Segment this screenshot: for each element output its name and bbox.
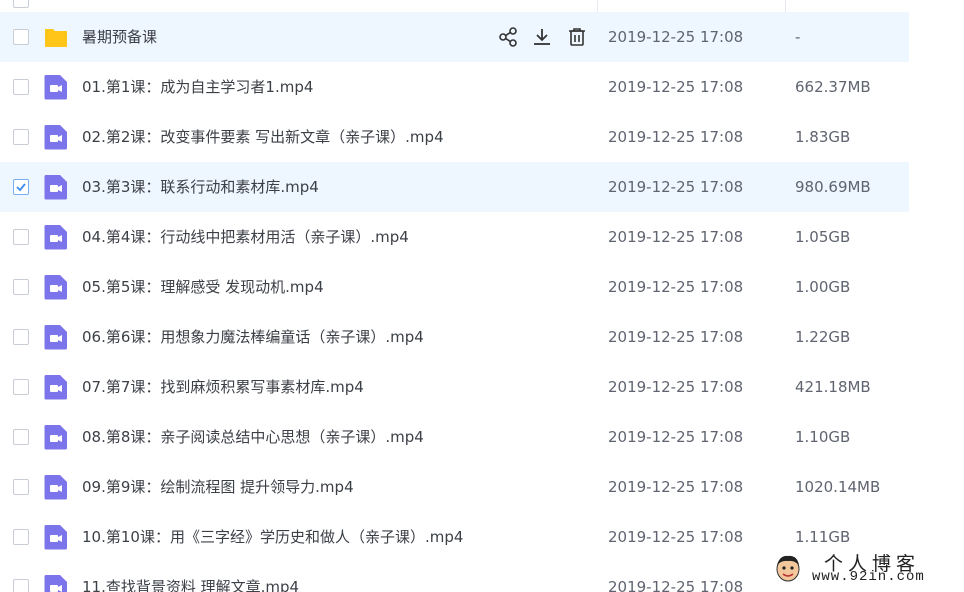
row-checkbox[interactable] bbox=[13, 129, 29, 145]
row-checkbox[interactable] bbox=[13, 379, 29, 395]
watermark: 个人博客 www.92in.com bbox=[768, 547, 964, 589]
file-name[interactable]: 暑期预备课 bbox=[82, 12, 157, 62]
column-divider bbox=[597, 0, 598, 12]
video-file-icon bbox=[44, 74, 68, 100]
folder-icon bbox=[44, 24, 68, 50]
watermark-url: www.92in.com bbox=[812, 569, 925, 585]
select-all-checkbox[interactable] bbox=[13, 0, 29, 8]
file-name[interactable]: 02.第2课：改变事件要素 写出新文章（亲子课）.mp4 bbox=[82, 112, 444, 162]
file-row[interactable]: 01.第1课：成为自主学习者1.mp4 2019-12-25 17:08 662.3… bbox=[0, 62, 909, 112]
row-checkbox[interactable] bbox=[13, 279, 29, 295]
row-checkbox[interactable] bbox=[13, 29, 29, 45]
file-name[interactable]: 10.第10课：用《三字经》学历史和做人（亲子课）.mp4 bbox=[82, 512, 463, 562]
file-name[interactable]: 11.查找背景资料 理解文章.mp4 bbox=[82, 562, 299, 592]
video-file-icon bbox=[44, 574, 68, 592]
file-size: 1020.14MB bbox=[795, 478, 881, 496]
file-row[interactable]: 05.第5课：理解感受 发现动机.mp4 2019-12-25 17:08 1.00… bbox=[0, 262, 909, 312]
share-icon[interactable] bbox=[496, 25, 520, 49]
file-row[interactable]: 07.第7课：找到麻烦积累写事素材库.mp4 2019-12-25 17:08 42… bbox=[0, 362, 909, 412]
file-size: 1.00GB bbox=[795, 278, 851, 296]
file-size: 980.69MB bbox=[795, 178, 871, 196]
video-file-icon bbox=[44, 274, 68, 300]
file-date: 2019-12-25 17:08 bbox=[608, 428, 744, 446]
file-date: 2019-12-25 17:08 bbox=[608, 278, 744, 296]
video-file-icon bbox=[44, 524, 68, 550]
file-name[interactable]: 08.第8课：亲子阅读总结中心思想（亲子课）.mp4 bbox=[82, 412, 424, 462]
file-row[interactable]: 09.第9课：绘制流程图 提升领导力.mp4 2019-12-25 17:08 10… bbox=[0, 462, 909, 512]
row-checkbox[interactable] bbox=[13, 329, 29, 345]
file-size: 1.05GB bbox=[795, 228, 851, 246]
file-row[interactable]: 06.第6课：用想象力魔法棒编童话（亲子课）.mp4 2019-12-25 17:… bbox=[0, 312, 909, 362]
file-size: 662.37MB bbox=[795, 78, 871, 96]
file-date: 2019-12-25 17:08 bbox=[608, 528, 744, 546]
file-date: 2019-12-25 17:08 bbox=[608, 228, 744, 246]
file-row[interactable]: 04.第4课：行动线中把素材用活（亲子课）.mp4 2019-12-25 17:0… bbox=[0, 212, 909, 262]
file-list: 暑期预备课 2019-12-25 17:08 - 01.第1课：成为自主学习者1.mp… bbox=[0, 12, 964, 592]
file-date: 2019-12-25 17:08 bbox=[608, 328, 744, 346]
file-name[interactable]: 06.第6课：用想象力魔法棒编童话（亲子课）.mp4 bbox=[82, 312, 424, 362]
file-name[interactable]: 09.第9课：绘制流程图 提升领导力.mp4 bbox=[82, 462, 354, 512]
row-checkbox[interactable] bbox=[13, 579, 29, 592]
video-file-icon bbox=[44, 174, 68, 200]
video-file-icon bbox=[44, 324, 68, 350]
file-date: 2019-12-25 17:08 bbox=[608, 378, 744, 396]
delete-icon[interactable] bbox=[565, 25, 589, 49]
file-size: 1.83GB bbox=[795, 128, 851, 146]
row-checkbox[interactable] bbox=[13, 529, 29, 545]
cartoon-face-icon bbox=[776, 555, 800, 582]
file-size: 1.10GB bbox=[795, 428, 851, 446]
file-row[interactable]: 03.第3课：联系行动和素材库.mp4 2019-12-25 17:08 980.6… bbox=[0, 162, 909, 212]
file-date: 2019-12-25 17:08 bbox=[608, 478, 744, 496]
video-file-icon bbox=[44, 124, 68, 150]
file-name[interactable]: 01.第1课：成为自主学习者1.mp4 bbox=[82, 62, 313, 112]
file-name[interactable]: 05.第5课：理解感受 发现动机.mp4 bbox=[82, 262, 324, 312]
file-date: 2019-12-25 17:08 bbox=[608, 128, 744, 146]
row-checkbox[interactable] bbox=[13, 179, 29, 195]
row-checkbox[interactable] bbox=[13, 429, 29, 445]
row-checkbox[interactable] bbox=[13, 79, 29, 95]
file-row[interactable]: 暑期预备课 2019-12-25 17:08 - bbox=[0, 12, 909, 62]
video-file-icon bbox=[44, 474, 68, 500]
file-date: 2019-12-25 17:08 bbox=[608, 178, 744, 196]
column-divider bbox=[785, 0, 786, 12]
file-date: 2019-12-25 17:08 bbox=[608, 578, 744, 592]
file-row[interactable]: 08.第8课：亲子阅读总结中心思想（亲子课）.mp4 2019-12-25 17:… bbox=[0, 412, 909, 462]
video-file-icon bbox=[44, 224, 68, 250]
row-checkbox[interactable] bbox=[13, 229, 29, 245]
file-name[interactable]: 04.第4课：行动线中把素材用活（亲子课）.mp4 bbox=[82, 212, 409, 262]
row-checkbox[interactable] bbox=[13, 479, 29, 495]
header-strip bbox=[0, 0, 964, 12]
file-name[interactable]: 03.第3课：联系行动和素材库.mp4 bbox=[82, 162, 319, 212]
file-row[interactable]: 02.第2课：改变事件要素 写出新文章（亲子课）.mp4 2019-12-25 1… bbox=[0, 112, 909, 162]
file-size: 421.18MB bbox=[795, 378, 871, 396]
file-size: - bbox=[795, 28, 801, 46]
file-date: 2019-12-25 17:08 bbox=[608, 28, 744, 46]
video-file-icon bbox=[44, 424, 68, 450]
video-file-icon bbox=[44, 374, 68, 400]
file-size: 1.22GB bbox=[795, 328, 851, 346]
download-icon[interactable] bbox=[530, 25, 554, 49]
file-name[interactable]: 07.第7课：找到麻烦积累写事素材库.mp4 bbox=[82, 362, 364, 412]
file-date: 2019-12-25 17:08 bbox=[608, 78, 744, 96]
